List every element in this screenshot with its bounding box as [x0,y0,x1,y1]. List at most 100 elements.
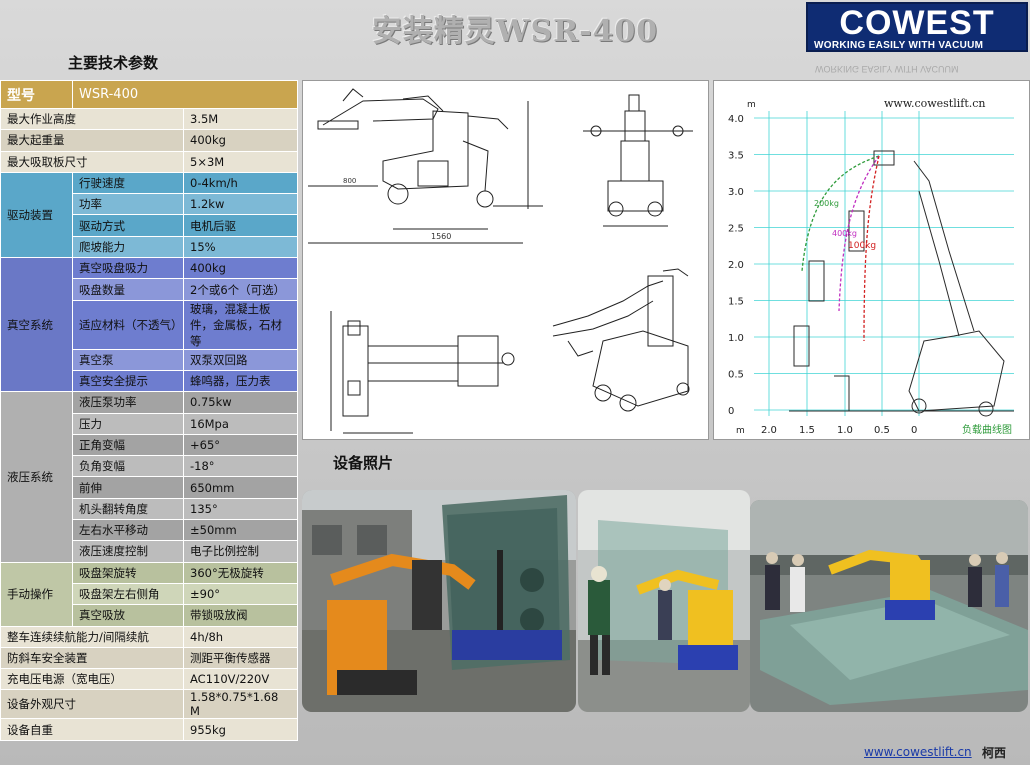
slide-title: 安装精灵WSR-400 [371,14,659,49]
y-tick-label: 0 [728,406,734,417]
spec-label: 行驶速度 [72,171,184,195]
spec-label: 左右水平移动 [72,519,184,542]
spec-row: 最大起重量 400kg [0,129,298,152]
logo-tagline: WORKING EASILY WITH VACUUM [814,40,984,51]
spec-value: 955kg [183,718,298,741]
spec-row: 充电压电源（宽电压） AC110V/220V [0,668,298,691]
spec-label: 前伸 [72,476,184,499]
spec-value: 1.2kw [183,193,298,216]
x-tick-label: 1.0 [837,425,853,436]
logo-reflection: WORKING EASILY WITH VACUUM [815,64,959,74]
photos-heading: 设备照片 [333,454,394,472]
y-tick-label: 2.5 [728,224,744,235]
spec-row: 液压系统 液压泵功率 0.75kw [0,391,298,563]
spec-label: 最大作业高度 [0,107,184,131]
spec-table: 型号 WSR-400 最大作业高度 3.5M 最大起重量 400kg 最大吸取板尺寸 5×3M… [0,80,298,741]
photo-outdoor-install [302,490,576,712]
spec-value: 650mm [183,476,298,499]
x-tick-label: 0.5 [874,425,890,436]
curve-label-200kg: 200kg [814,199,839,208]
curve-label-400kg: 400kg [832,229,857,238]
y-axis-unit: m [747,100,756,110]
spec-value: 0-4km/h [183,171,298,195]
footer-brand: 柯西 [982,746,1007,760]
cowest-logo: COWEST WORKING EASILY WITH VACUUM [806,2,1028,52]
spec-value: 15% [183,235,298,259]
spec-row: 最大吸取板尺寸 5×3M [0,150,298,173]
spec-label: 真空吸放 [72,604,184,627]
spec-value: 0.75kw [183,391,298,414]
photo-indoor-install [578,490,750,712]
spec-value: 135° [183,497,298,521]
spec-group-label: 驱动装置 [0,171,73,259]
spec-value: 电机后驱 [183,214,298,237]
load-chart-svg: m www.cowestlift.cn 4.0 3.5 3.0 2.5 2.0 1.5 1.… [728,97,1014,436]
spec-label: 驱动方式 [72,214,184,237]
spec-label: 液压泵功率 [72,391,184,414]
spec-value: 3.5M [183,107,298,131]
spec-value: 蜂鸣器，压力表 [183,369,298,393]
spec-label: 设备外观尺寸 [0,689,184,720]
x-tick-label: 1.5 [799,425,815,436]
chart-caption: 负载曲线图 [962,423,1012,436]
y-tick-label: 2.0 [728,260,744,271]
y-tick-label: 3.0 [728,187,744,198]
chart-url: www.cowestlift.cn [884,97,985,110]
spec-value: 400kg [183,257,298,280]
photo-flat-lift [750,500,1028,712]
spec-label: 压力 [72,412,184,435]
spec-label: 吸盘数量 [72,278,184,301]
spec-label: 液压速度控制 [72,540,184,563]
spec-label: 最大起重量 [0,129,184,152]
spec-header-value: WSR-400 [72,80,298,109]
spec-label: 吸盘架旋转 [72,561,184,584]
spec-label: 真空泵 [72,348,184,371]
spec-label: 爬坡能力 [72,235,184,259]
spec-group-label: 液压系统 [0,391,73,563]
side-view-drawing [308,88,543,244]
spec-value: -18° [183,455,298,478]
spec-value: 双泵双回路 [183,348,298,371]
top-view-drawing [330,311,515,434]
spec-header-label: 型号 [0,80,73,109]
spec-label: 吸盘架左右侧角 [72,582,184,606]
y-tick-label: 0.5 [728,370,744,381]
spec-row: 最大作业高度 3.5M [0,107,298,131]
x-tick-label: 0 [911,425,917,436]
spec-value: ±90° [183,582,298,606]
dim-800-label: 800 [343,177,356,185]
y-tick-label: 1.5 [728,297,744,308]
y-tick-label: 1.0 [728,333,744,344]
spec-value: 玻璃，混凝土板件，金属板，石材等 [183,299,298,350]
spec-row: 设备自重 955kg [0,718,298,741]
x-tick-label: 2.0 [761,425,777,436]
dim-1560-label: 1560 [431,232,451,241]
spec-label: 功率 [72,193,184,216]
isometric-drawing [552,268,690,412]
spec-label: 适应材料（不透气） [72,299,184,350]
curve-label-100kg: 100kg [848,241,876,251]
load-chart-panel: m www.cowestlift.cn 4.0 3.5 3.0 2.5 2.0 1.5 1.… [713,80,1030,440]
footer-website-link[interactable]: www.cowestlift.cn [864,745,972,759]
spec-label: 真空吸盘吸力 [72,257,184,280]
spec-row: 驱动装置 行驶速度 0-4km/h [0,171,298,259]
spec-value: 5×3M [183,150,298,173]
spec-value: 400kg [183,129,298,152]
spec-value: 360°无极旋转 [183,561,298,584]
spec-header-row: 型号 WSR-400 [0,80,298,109]
spec-value: 1.58*0.75*1.68 M [183,689,298,720]
spec-value: AC110V/220V [183,668,298,691]
spec-row: 整车连续续航能力/间隔续航 4h/8h [0,625,298,648]
spec-group-label: 真空系统 [0,257,73,393]
spec-value: ±50mm [183,519,298,542]
spec-row: 防斜车安全装置 测距平衡传感器 [0,646,298,670]
technical-drawings: 800 1560 [302,80,709,440]
spec-group-label: 手动操作 [0,561,73,627]
spec-value: +65° [183,433,298,457]
y-tick-label: 4.0 [728,114,744,125]
spec-label: 设备自重 [0,718,184,741]
x-axis-unit: m [736,426,745,436]
spec-value: 2个或6个（可选） [183,278,298,301]
spec-value: 4h/8h [183,625,298,648]
logo-wordmark: COWEST [839,4,995,42]
